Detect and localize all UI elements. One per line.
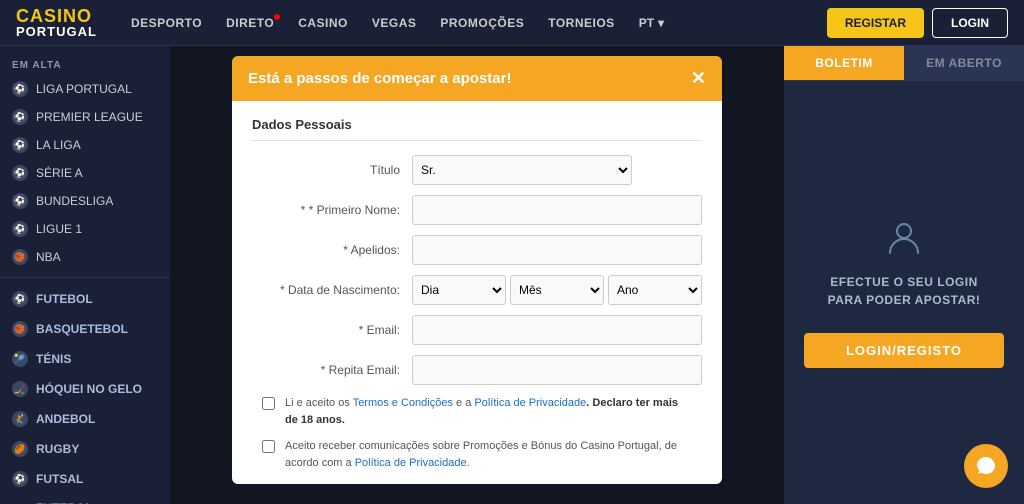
login-button[interactable]: LOGIN: [932, 8, 1008, 38]
titulo-row: Título Sr. Sra. Dr. Dra.: [252, 155, 702, 185]
logo[interactable]: CASINO PORTUGAL: [16, 7, 97, 38]
futebol-icon: ⚽: [12, 291, 28, 307]
dia-select[interactable]: Dia: [412, 275, 506, 305]
premier-league-icon: ⚽: [12, 109, 28, 125]
nav-vegas[interactable]: VEGAS: [362, 10, 427, 36]
register-button[interactable]: REGISTAR: [827, 8, 924, 38]
politica-link[interactable]: Política de Privacidade: [474, 397, 586, 409]
basquetebol-icon: 🏀: [12, 321, 28, 337]
sidebar-item-la-liga[interactable]: ⚽ LA LIGA: [0, 131, 170, 159]
tab-boletim[interactable]: BOLETIM: [784, 46, 904, 80]
date-selects: Dia Mês Ano: [412, 275, 702, 305]
apelidos-input[interactable]: [412, 235, 702, 265]
futsal-icon: ⚽: [12, 471, 28, 487]
andebol-icon: 🤾: [12, 411, 28, 427]
sidebar-item-rugby[interactable]: 🏉 RUGBY: [0, 434, 170, 464]
la-liga-icon: ⚽: [12, 137, 28, 153]
sidebar-item-hoquei[interactable]: 🏒 HÓQUEI NO GELO: [0, 374, 170, 404]
promo-checkbox[interactable]: [262, 440, 275, 453]
login-prompt: EFECTUE O SEU LOGIN PARA PODER APOSTAR!: [828, 273, 981, 309]
header: CASINO PORTUGAL DESPORTO DIRETO CASINO V…: [0, 0, 1024, 46]
primeiro-nome-input[interactable]: [412, 195, 702, 225]
tab-em-aberto[interactable]: EM ABERTO: [904, 46, 1024, 80]
titulo-label: Título: [252, 163, 412, 177]
terms-checkbox-row: Li e aceito os Termos e Condições e a Po…: [252, 395, 702, 428]
data-nascimento-row: * Data de Nascimento: Dia Mês Ano: [252, 275, 702, 305]
nba-icon: 🏀: [12, 249, 28, 265]
modal-header: Está a passos de começar a apostar! ✕: [232, 56, 722, 101]
chat-bubble[interactable]: [964, 444, 1008, 488]
promo-checkbox-row: Aceito receber comunicações sobre Promoç…: [252, 438, 702, 471]
content-area: Está a passos de começar a apostar! ✕ Da…: [170, 46, 784, 504]
sidebar-item-serie-a[interactable]: ⚽ SÉRIE A: [0, 159, 170, 187]
modal-title: Está a passos de começar a apostar!: [248, 70, 511, 87]
nav-promocoes[interactable]: PROMOÇÕES: [430, 10, 534, 36]
logo-portugal: PORTUGAL: [16, 25, 97, 38]
repita-email-label: * Repita Email:: [252, 363, 412, 377]
right-panel: BOLETIM EM ABERTO EFECTUE O SEU LOGIN PA…: [784, 46, 1024, 504]
sidebar-item-futebol[interactable]: ⚽ FUTEBOL: [0, 284, 170, 314]
data-nascimento-label: * Data de Nascimento:: [252, 283, 412, 297]
tenis-icon: 🎾: [12, 351, 28, 367]
nav-desporto[interactable]: DESPORTO: [121, 10, 212, 36]
rugby-icon: 🏉: [12, 441, 28, 457]
hoquei-icon: 🏒: [12, 381, 28, 397]
email-label: * Email:: [252, 323, 412, 337]
modal-overlay: Está a passos de começar a apostar! ✕ Da…: [170, 46, 784, 504]
sidebar-item-futsal[interactable]: ⚽ FUTSAL: [0, 464, 170, 494]
termos-link[interactable]: Termos e Condições: [353, 397, 453, 409]
serie-a-icon: ⚽: [12, 165, 28, 181]
bundesliga-icon: ⚽: [12, 193, 28, 209]
ligue1-icon: ⚽: [12, 221, 28, 237]
mes-select[interactable]: Mês: [510, 275, 604, 305]
sidebar-item-liga-portugal[interactable]: ⚽ LIGA PORTUGAL: [0, 75, 170, 103]
right-content: EFECTUE O SEU LOGIN PARA PODER APOSTAR! …: [784, 81, 1024, 504]
nav-casino[interactable]: CASINO: [288, 10, 358, 36]
sidebar: EM ALTA ⚽ LIGA PORTUGAL ⚽ PREMIER LEAGUE…: [0, 46, 170, 504]
user-icon: [884, 217, 924, 257]
sidebar-item-premier-league[interactable]: ⚽ PREMIER LEAGUE: [0, 103, 170, 131]
primeiro-nome-row: * * Primeiro Nome:: [252, 195, 702, 225]
liga-portugal-icon: ⚽: [12, 81, 28, 97]
section-title: Dados Pessoais: [252, 117, 702, 141]
modal-close-button[interactable]: ✕: [691, 68, 706, 89]
apelidos-row: * Apelidos:: [252, 235, 702, 265]
sidebar-item-tenis[interactable]: 🎾 TÉNIS: [0, 344, 170, 374]
terms-text: Li e aceito os Termos e Condições e a Po…: [285, 395, 692, 428]
email-row: * Email:: [252, 315, 702, 345]
right-tabs: BOLETIM EM ABERTO: [784, 46, 1024, 81]
apelidos-label: * Apelidos:: [252, 243, 412, 257]
promo-text: Aceito receber comunicações sobre Promoç…: [285, 438, 692, 471]
login-registo-button[interactable]: LOGIN/REGISTO: [804, 333, 1004, 368]
repita-email-row: * Repita Email:: [252, 355, 702, 385]
primeiro-nome-label: * * Primeiro Nome:: [252, 203, 412, 217]
nav-torneios[interactable]: TORNEIOS: [538, 10, 624, 36]
header-buttons: REGISTAR LOGIN: [827, 8, 1008, 38]
sidebar-item-futebol-americano[interactable]: 🏈 FUTEBOL AMERICANO: [0, 494, 170, 504]
modal-body: Dados Pessoais Título Sr. Sra. Dr. Dra.: [232, 101, 722, 484]
sidebar-item-nba[interactable]: 🏀 NBA: [0, 243, 170, 271]
sidebar-hot-title: EM ALTA: [0, 54, 170, 75]
terms-checkbox[interactable]: [262, 397, 275, 410]
ano-select[interactable]: Ano: [608, 275, 702, 305]
sidebar-item-bundesliga[interactable]: ⚽ BUNDESLIGA: [0, 187, 170, 215]
registration-modal: Está a passos de começar a apostar! ✕ Da…: [232, 56, 722, 484]
nav-direto[interactable]: DIRETO: [216, 10, 284, 36]
sidebar-item-basquetebol[interactable]: 🏀 BASQUETEBOL: [0, 314, 170, 344]
main-nav: DESPORTO DIRETO CASINO VEGAS PROMOÇÕES T…: [121, 10, 827, 36]
sidebar-divider: [0, 277, 170, 278]
email-input[interactable]: [412, 315, 702, 345]
logo-casino: CASINO: [16, 7, 97, 25]
politica2-link[interactable]: Política de Privacidade: [355, 457, 467, 469]
nav-lang[interactable]: PT ▾: [629, 10, 674, 36]
main-layout: EM ALTA ⚽ LIGA PORTUGAL ⚽ PREMIER LEAGUE…: [0, 46, 1024, 504]
live-dot: [274, 14, 280, 20]
titulo-select[interactable]: Sr. Sra. Dr. Dra.: [412, 155, 632, 185]
repita-email-input[interactable]: [412, 355, 702, 385]
sidebar-item-andebol[interactable]: 🤾 ANDEBOL: [0, 404, 170, 434]
sidebar-item-ligue1[interactable]: ⚽ LIGUE 1: [0, 215, 170, 243]
